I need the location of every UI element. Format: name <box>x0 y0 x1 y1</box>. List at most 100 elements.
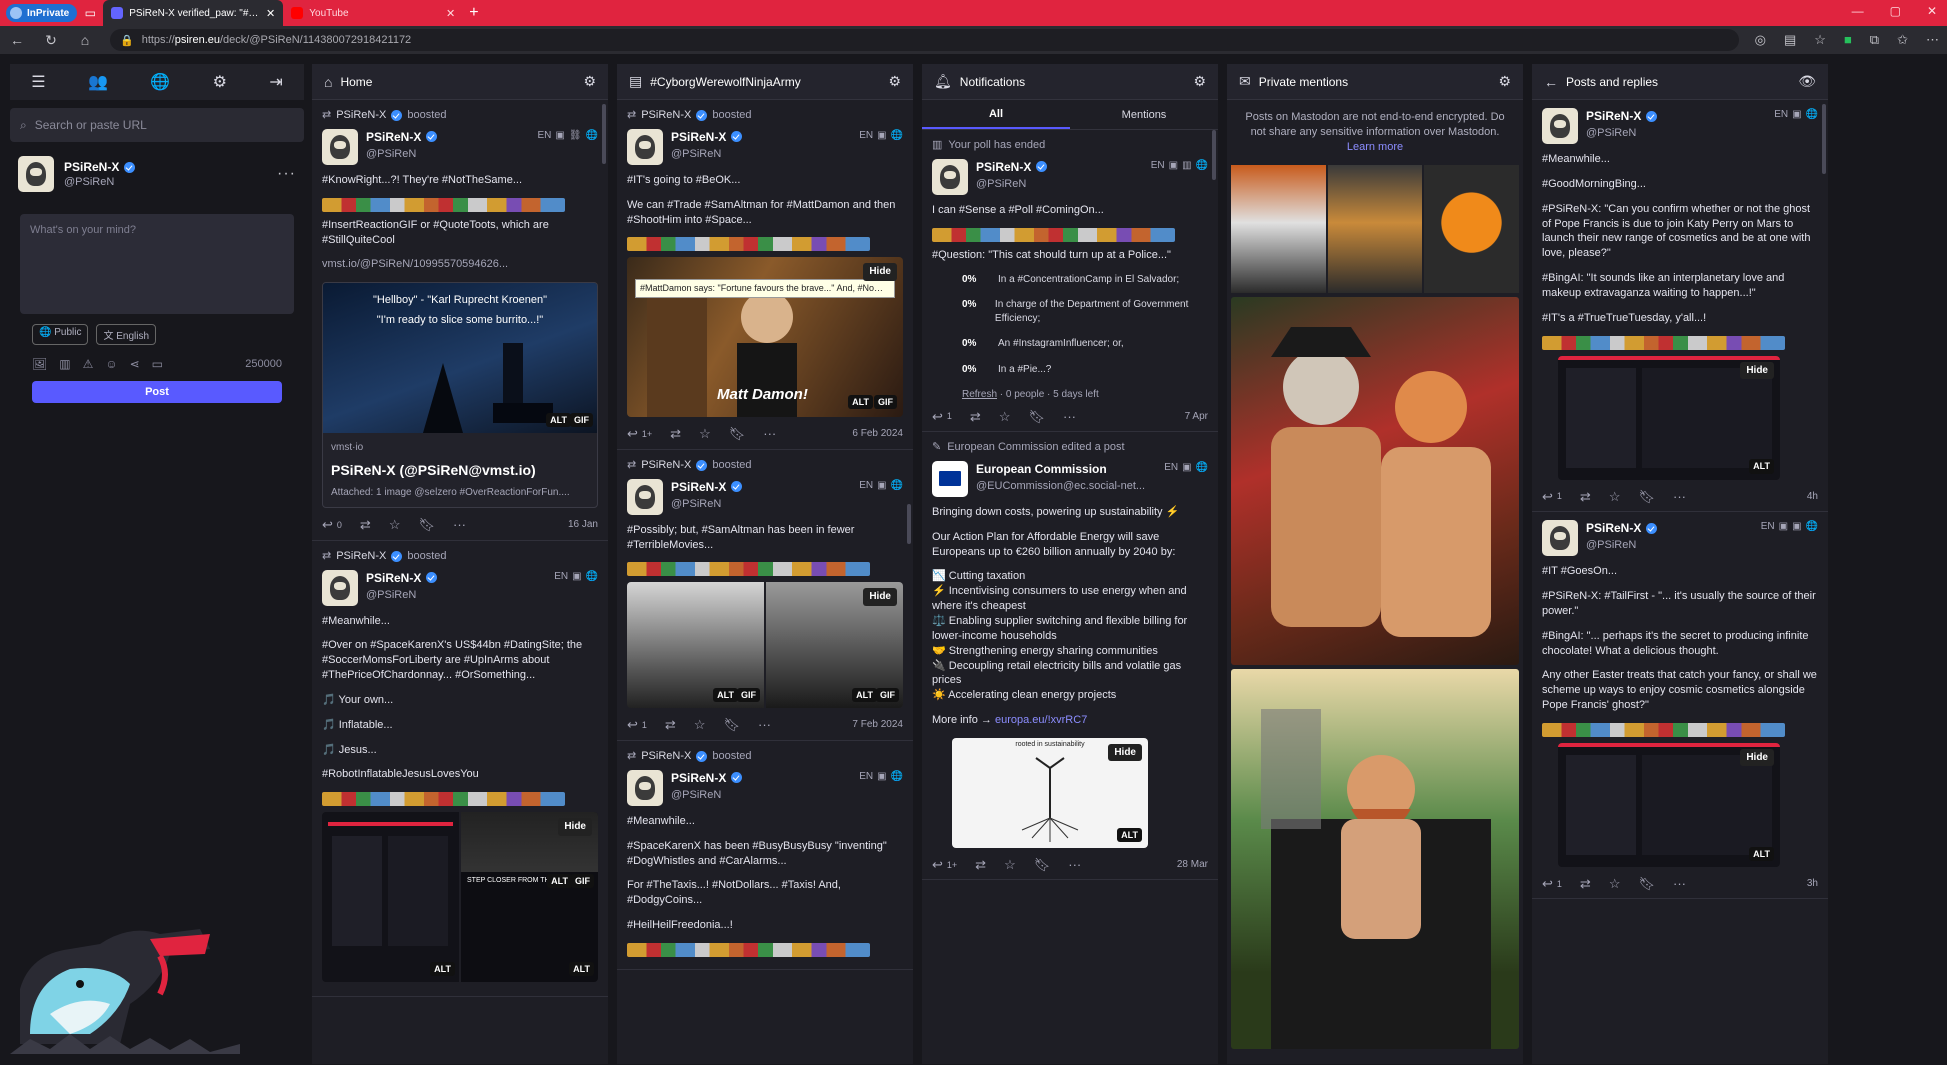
screenshot-image[interactable]: Hide ALT <box>1558 355 1780 480</box>
status-date[interactable]: 6 Feb 2024 <box>852 427 903 441</box>
display-name[interactable]: European Commission <box>976 461 1156 477</box>
refresh-icon[interactable]: ↻ <box>42 32 60 49</box>
share-icon[interactable]: ⋖ <box>130 357 140 371</box>
emoji-icon[interactable]: ☺ <box>105 357 117 371</box>
boost-icon[interactable]: ⇄ <box>360 516 371 534</box>
globe-icon[interactable]: 🌐 <box>150 72 170 92</box>
gif-image[interactable]: ALT GIF <box>627 582 764 709</box>
visibility-button[interactable]: 🌐 Public <box>32 324 89 345</box>
status-date[interactable]: 7 Feb 2024 <box>852 718 903 732</box>
avatar[interactable] <box>18 156 54 192</box>
gif-image[interactable]: Hide ALT GIF <box>766 582 903 709</box>
column-settings-icon[interactable]: ⚙ <box>583 73 596 90</box>
workspaces-icon[interactable]: ▭ <box>77 0 103 26</box>
avatar[interactable] <box>1542 108 1578 144</box>
reply-icon[interactable]: ↩ <box>1542 875 1553 893</box>
avatar[interactable] <box>627 478 663 515</box>
display-name[interactable]: PSiReN-X <box>366 570 546 586</box>
refresh-poll-link[interactable]: Refresh <box>962 389 997 400</box>
boost-icon[interactable]: ⇄ <box>970 408 981 426</box>
home-icon[interactable]: ⌂ <box>76 32 94 48</box>
display-name[interactable]: PSiReN-X <box>366 129 529 145</box>
media-gallery[interactable]: ALT GIF Hide ALT GIF <box>627 582 903 709</box>
language-button[interactable]: 文 English <box>96 324 157 345</box>
more-icon[interactable]: ··· <box>1673 488 1686 506</box>
energy-image[interactable]: rooted in sustainability Hide ALT <box>952 737 1148 848</box>
notification-poll[interactable]: ▥ Your poll has ended PSiReN-X @PSiReN EN… <box>922 130 1218 433</box>
status-date[interactable]: 4h <box>1807 490 1818 504</box>
reply-icon[interactable]: ↩ <box>1542 488 1553 506</box>
avatar[interactable] <box>1542 520 1578 557</box>
extensions-icon[interactable]: ⧉ <box>1870 32 1879 48</box>
boost-icon[interactable]: ⇄ <box>670 425 681 443</box>
avatar[interactable] <box>627 769 663 806</box>
maximize-icon[interactable]: ▢ <box>1890 4 1901 18</box>
favourite-icon[interactable]: ☆ <box>694 716 706 734</box>
favourite-icon[interactable]: ☆ <box>1609 488 1621 506</box>
status[interactable]: ⇄ PSiReN-X boosted PSiReN-X @PSiReN EN ▣ 🌐 #… <box>617 100 913 450</box>
bookmark-icon[interactable]: 🔖︎ <box>1638 488 1655 506</box>
bookmark-icon[interactable]: 🔖︎ <box>723 716 740 734</box>
close-tab-icon[interactable]: ✕ <box>446 7 455 20</box>
display-name[interactable]: PSiReN-X <box>671 479 851 495</box>
reply-icon[interactable]: ↩ <box>627 425 638 443</box>
favourite-icon[interactable]: ☆ <box>1004 856 1016 874</box>
bookmark-icon[interactable]: 🔖︎ <box>1638 875 1655 893</box>
display-name[interactable]: PSiReN-X <box>1586 520 1753 536</box>
bookmark-icon[interactable]: 🔖︎ <box>418 516 435 534</box>
bookmark-icon[interactable]: 🔖︎ <box>729 425 746 443</box>
screenshot-image[interactable]: ALT <box>322 812 459 983</box>
menu-dots-icon[interactable]: ⋯ <box>1926 32 1939 48</box>
reply-icon[interactable]: ↩ <box>322 516 333 534</box>
more-icon[interactable]: ··· <box>453 516 466 534</box>
status-date[interactable]: 16 Jan <box>568 518 598 532</box>
more-icon[interactable]: ··· <box>758 716 771 734</box>
status[interactable]: ⇄ PSiReN-X boosted PSiReN-X @PSiReN EN ▣ 🌐 #… <box>617 741 913 970</box>
column-header[interactable]: ← Posts and replies 👁︎ <box>1532 64 1828 100</box>
reader-icon[interactable]: ▤ <box>1784 32 1796 48</box>
back-icon[interactable]: ← <box>8 32 26 48</box>
new-tab-icon[interactable]: + <box>469 4 478 22</box>
account-menu-icon[interactable]: ··· <box>277 165 296 183</box>
status-date[interactable]: 28 Mar <box>1177 858 1208 872</box>
hide-media-button[interactable]: Hide <box>558 818 592 836</box>
more-icon[interactable]: ··· <box>1068 856 1081 874</box>
column-header[interactable]: ✉ Private mentions ⚙ <box>1227 64 1523 100</box>
status[interactable]: ⇄ PSiReN-X boosted PSiReN-X @PSiReN EN ▣ 🌐 #… <box>617 450 913 741</box>
people-icon[interactable]: 👥 <box>88 72 108 92</box>
status-link[interactable]: vmst.io/@PSiReN/10995570594626... <box>322 257 598 272</box>
hide-media-button[interactable]: Hide <box>1740 748 1774 767</box>
logout-icon[interactable]: ⇥ <box>269 72 282 92</box>
more-icon[interactable]: ··· <box>1063 408 1076 426</box>
media-gallery[interactable]: ALT STEP CLOSER FROM THE CHIL... Hide AL… <box>322 812 598 983</box>
post-button[interactable]: Post <box>32 381 282 403</box>
learn-more-link[interactable]: Learn more <box>1347 141 1403 153</box>
avatar[interactable] <box>322 128 358 165</box>
tracking-icon[interactable]: ◎ <box>1755 32 1766 48</box>
status[interactable]: PSiReN-X @PSiReN EN ▣ ▣ 🌐 #IT #GoesOn... #P… <box>1532 512 1828 900</box>
column-settings-icon[interactable]: ⚙ <box>888 73 901 90</box>
favorite-star-icon[interactable]: ☆ <box>1814 32 1826 48</box>
favourite-icon[interactable]: ☆ <box>1609 875 1621 893</box>
close-window-icon[interactable]: ✕ <box>1927 4 1937 18</box>
extension-icon[interactable]: ■ <box>1844 32 1852 48</box>
avatar-gallery[interactable] <box>1227 164 1523 293</box>
status-date[interactable]: 7 Apr <box>1185 410 1208 424</box>
hide-media-button[interactable]: Hide <box>863 588 897 606</box>
dog-portrait-image[interactable] <box>1327 164 1423 293</box>
notification-edit[interactable]: ✎ European Commission edited a post Europ… <box>922 432 1218 881</box>
link-preview-card[interactable]: "Hellboy" - "Karl Ruprecht Kroenen" "I'm… <box>322 282 598 509</box>
address-bar[interactable]: 🔒 https://psiren.eu/deck/@PSiReN/1143800… <box>110 29 1739 51</box>
display-name[interactable]: PSiReN-X <box>976 159 1143 175</box>
column-header[interactable]: ▤ #CyborgWerewolfNinjaArmy ⚙ <box>617 64 913 100</box>
gif-image[interactable]: #MattDamon says: "Fortune favours the br… <box>627 257 903 418</box>
status-date[interactable]: 3h <box>1807 877 1818 891</box>
eu-flag-avatar[interactable] <box>932 460 968 497</box>
wolf-portrait-image[interactable] <box>1231 164 1326 293</box>
tab-youtube[interactable]: YouTube ✕ <box>283 0 463 26</box>
media-icon[interactable]: 🖼 <box>32 357 47 371</box>
boost-icon[interactable]: ⇄ <box>1580 488 1591 506</box>
status[interactable]: ⇄ PSiReN-X boosted PSiReN-X @PSiReN EN ▣ ⛓ 🌐 … <box>312 100 608 541</box>
pirate-illustration-image[interactable] <box>1231 296 1519 665</box>
close-tab-icon[interactable]: ✕ <box>266 7 275 20</box>
